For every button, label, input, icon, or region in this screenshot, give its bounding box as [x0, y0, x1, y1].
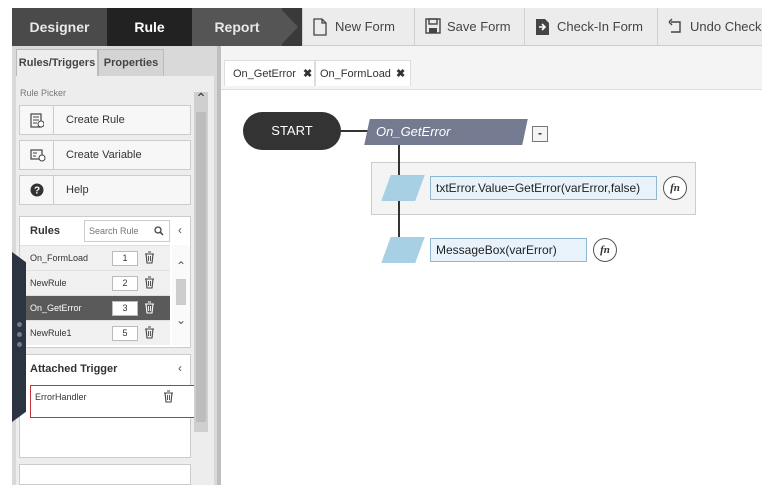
rules-collapse-chevron-icon[interactable]: ‹ [178, 223, 182, 237]
rule-header-label: On_GetError [376, 124, 451, 139]
new-form-icon [313, 18, 327, 36]
rule-name: NewRule1 [30, 328, 72, 338]
rule-picker-panel: Rule Picker Create Rule Create Variable … [16, 76, 214, 485]
trash-icon[interactable] [144, 326, 155, 339]
rule-number-field[interactable]: 2 [112, 276, 138, 291]
start-node[interactable]: START [243, 112, 341, 150]
save-form-label: Save Form [447, 19, 511, 34]
handle-dot-icon [17, 332, 22, 337]
create-rule-label: Create Rule [66, 114, 125, 126]
checkin-form-button[interactable]: Check-In Form [524, 8, 657, 46]
undo-checkout-label: Undo Checkout [690, 19, 762, 34]
trigger-collapse-chevron-icon[interactable]: ‹ [178, 361, 182, 375]
function-builder-icon[interactable]: fn [593, 238, 617, 262]
tab-properties[interactable]: Properties [98, 49, 164, 76]
action-bar: New Form Save Form Check-In Form Undo Ch… [302, 8, 762, 46]
rule-name: On_GetError [30, 303, 82, 313]
left-panel: Rules/Triggers Properties Rule Picker Cr… [12, 46, 217, 485]
tab-arrow-divider [280, 8, 298, 46]
rule-name: NewRule [30, 278, 67, 288]
create-variable-icon [30, 149, 46, 162]
close-icon[interactable]: ✖ [396, 67, 405, 80]
save-form-icon [425, 18, 441, 34]
trash-icon[interactable] [163, 390, 174, 403]
trash-icon[interactable] [144, 301, 155, 314]
handle-dot-icon [17, 322, 22, 327]
rule-number-field[interactable]: 1 [112, 251, 138, 266]
trigger-name: ErrorHandler [35, 392, 87, 402]
new-form-button[interactable]: New Form [302, 8, 414, 46]
rule-search-input[interactable] [89, 224, 149, 238]
attached-trigger-item[interactable]: ErrorHandler [30, 385, 196, 418]
left-panel-scroll-up-icon[interactable]: ⌃ [194, 90, 208, 106]
rules-title: Rules [30, 225, 60, 237]
rule-row[interactable]: NewRule 2 [20, 270, 170, 295]
attached-trigger-panel: Attached Trigger ‹ ErrorHandler [19, 354, 196, 458]
new-form-label: New Form [335, 19, 395, 34]
tab-label: On_GetError [233, 68, 296, 80]
left-panel-scroll-thumb[interactable] [196, 112, 206, 422]
rules-scroll-thumb[interactable] [176, 279, 186, 305]
rules-scroll-up-icon[interactable]: ⌃ [172, 259, 190, 273]
rule-row[interactable]: NewRule1 5 [20, 320, 170, 345]
save-form-button[interactable]: Save Form [414, 8, 524, 46]
next-panel-partial [19, 464, 191, 485]
help-icon: ? [30, 183, 44, 197]
collapse-button[interactable]: - [532, 126, 548, 142]
tab-designer[interactable]: Designer [12, 8, 107, 46]
expression-field[interactable]: txtError.Value=GetError(varError,false) [430, 176, 657, 200]
expression-field[interactable]: MessageBox(varError) [430, 238, 587, 262]
create-rule-icon [30, 113, 44, 128]
help-label: Help [66, 184, 89, 196]
app-window: Designer Rule Report New Form Save Form … [0, 0, 762, 485]
trash-icon[interactable] [144, 251, 155, 264]
create-variable-label: Create Variable [66, 149, 142, 161]
trash-icon[interactable] [144, 276, 155, 289]
rule-picker-label: Rule Picker [20, 88, 67, 98]
tab-report[interactable]: Report [192, 8, 282, 46]
tab-label: On_FormLoad [320, 68, 391, 80]
undo-checkout-button[interactable]: Undo Checkout [657, 8, 762, 46]
tab-on-geterror[interactable]: On_GetError ✖ [224, 60, 315, 86]
tab-on-formload[interactable]: On_FormLoad ✖ [315, 60, 411, 86]
rules-list-panel: Rules ‹ On_FormLoad 1 NewRule 2 On [19, 216, 191, 348]
rule-name: On_FormLoad [30, 253, 89, 263]
tab-rules-triggers[interactable]: Rules/Triggers [16, 49, 98, 76]
checkin-form-icon [536, 19, 549, 35]
rule-tab-strip: On_GetError ✖ On_FormLoad ✖ [221, 46, 762, 90]
function-builder-icon[interactable]: fn [663, 176, 687, 200]
top-toolbar: Designer Rule Report New Form Save Form … [12, 8, 762, 46]
rule-row-selected[interactable]: On_GetError 3 [20, 295, 170, 320]
left-panel-tabs: Rules/Triggers Properties [12, 46, 217, 76]
rule-number-field[interactable]: 3 [112, 301, 138, 316]
undo-checkout-icon [668, 18, 681, 33]
search-icon[interactable] [154, 226, 164, 236]
rule-row[interactable]: On_FormLoad 1 [20, 245, 170, 270]
left-panel-scrollbar[interactable] [194, 92, 208, 432]
attached-trigger-title: Attached Trigger [30, 363, 118, 375]
checkin-form-label: Check-In Form [557, 19, 643, 34]
rule-number-field[interactable]: 5 [112, 326, 138, 341]
rule-search-box [84, 220, 170, 242]
handle-dot-icon [17, 342, 22, 347]
create-rule-button[interactable]: Create Rule [19, 105, 191, 135]
tab-rule[interactable]: Rule [107, 8, 192, 46]
close-icon[interactable]: ✖ [303, 67, 312, 80]
svg-text:?: ? [34, 186, 40, 197]
side-drawer-handle[interactable] [12, 252, 26, 422]
help-button[interactable]: ? Help [19, 175, 191, 205]
rules-scroll-down-icon[interactable]: ⌄ [172, 313, 190, 327]
create-variable-button[interactable]: Create Variable [19, 140, 191, 170]
